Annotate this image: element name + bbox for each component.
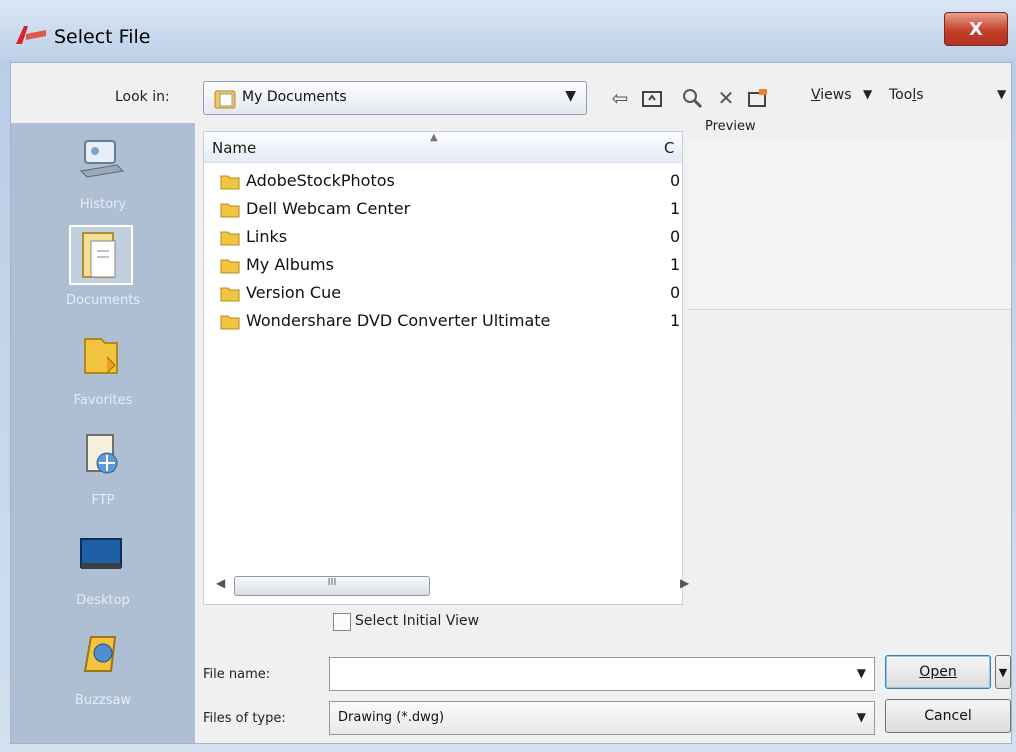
horizontal-scrollbar[interactable]: ◀ III ▶ — [210, 574, 689, 598]
place-label: Documents — [65, 293, 141, 308]
file-name: Dell Webcam Center — [246, 199, 411, 218]
sort-ascending-icon: ▲ — [430, 132, 438, 143]
views-menu[interactable]: Views — [811, 87, 852, 103]
folder-icon — [220, 315, 240, 330]
place-buzzsaw[interactable]: Buzzsaw — [11, 619, 195, 719]
desktop-icon — [80, 538, 122, 569]
folder-icon — [214, 90, 236, 109]
files-of-type-label: Files of type: — [203, 711, 286, 726]
file-name: Version Cue — [246, 283, 342, 302]
folder-icon — [220, 231, 240, 246]
open-button[interactable]: Open — [885, 655, 991, 689]
search-web-icon[interactable] — [679, 85, 705, 111]
place-favorites[interactable]: Favorites — [11, 319, 195, 419]
preview-label: Preview — [705, 119, 756, 134]
select-initial-view-checkbox[interactable] — [333, 613, 351, 631]
place-desktop[interactable]: Desktop — [11, 519, 195, 619]
scroll-left-icon[interactable]: ◀ — [216, 576, 225, 590]
title-bar: Select File X — [0, 0, 1016, 60]
place-label: Buzzsaw — [74, 693, 132, 708]
files-of-type-dropdown[interactable]: Drawing (*.dwg) ▼ — [329, 701, 875, 735]
open-options-button[interactable]: ▼ — [995, 655, 1011, 689]
folder-icon — [220, 175, 240, 190]
delete-icon[interactable]: ✕ — [713, 85, 739, 111]
scrollbar-thumb[interactable]: III — [234, 576, 430, 596]
window-title: Select File — [54, 26, 151, 48]
file-column-value: 0 — [670, 227, 681, 246]
ftp-icon — [86, 434, 118, 474]
place-documents[interactable]: Documents — [11, 219, 195, 319]
column-header-date[interactable]: C — [664, 139, 674, 157]
cancel-button[interactable]: Cancel — [885, 699, 1011, 733]
list-item[interactable]: Dell Webcam Center 1 — [204, 196, 682, 222]
chevron-down-icon: ▼ — [998, 665, 1008, 679]
file-name-label: File name: — [203, 667, 271, 682]
look-in-dropdown[interactable]: My Documents ▼ — [203, 81, 587, 115]
list-item[interactable]: Wondershare DVD Converter Ultimate 1 — [204, 308, 682, 334]
new-folder-icon[interactable] — [745, 85, 771, 111]
file-list-header: Name ▲ C — [204, 132, 682, 163]
history-icon — [79, 140, 125, 178]
back-arrow-icon[interactable]: ⇦ — [607, 85, 633, 111]
place-label: FTP — [91, 493, 115, 508]
file-column-value: 0 — [670, 283, 681, 302]
chevron-down-icon: ▼ — [565, 88, 576, 104]
file-name: AdobeStockPhotos — [246, 171, 395, 190]
places-bar: History Documents Favorites FTP Desktop … — [11, 123, 195, 743]
file-column-value: 1 — [670, 199, 681, 218]
select-file-dialog: Select File X Look in: My Documents ▼ ⇦ … — [0, 0, 1016, 752]
look-in-value: My Documents — [242, 89, 347, 105]
place-label: Desktop — [76, 593, 130, 608]
folder-icon — [220, 203, 240, 218]
documents-icon — [69, 225, 133, 285]
folder-icon — [220, 259, 240, 274]
up-folder-icon[interactable] — [639, 85, 665, 111]
chevron-down-icon[interactable]: ▼ — [857, 710, 866, 724]
place-history[interactable]: History — [11, 123, 195, 223]
file-name: My Albums — [246, 255, 334, 274]
chevron-down-icon[interactable]: ▼ — [857, 666, 866, 680]
folder-icon — [220, 287, 240, 302]
place-label: Favorites — [73, 393, 133, 408]
place-label: History — [79, 197, 127, 212]
files-of-type-value: Drawing (*.dwg) — [338, 710, 445, 725]
file-name: Links — [246, 227, 288, 246]
file-column-value: 1 — [670, 255, 681, 274]
file-column-value: 1 — [670, 311, 681, 330]
tools-menu[interactable]: Tools — [889, 87, 924, 103]
scroll-right-icon[interactable]: ▶ — [680, 576, 689, 590]
select-initial-view-label[interactable]: Select Initial View — [355, 613, 479, 629]
column-header-name[interactable]: Name — [212, 139, 256, 157]
preview-pane — [687, 139, 1011, 310]
views-chevron-icon[interactable]: ▼ — [863, 87, 872, 101]
favorites-icon — [84, 338, 118, 374]
file-name-field[interactable]: ▼ — [329, 657, 875, 691]
close-button[interactable]: X — [944, 12, 1008, 46]
tools-chevron-icon[interactable]: ▼ — [997, 87, 1006, 101]
buzzsaw-icon — [83, 636, 117, 672]
file-list[interactable]: Name ▲ C AdobeStockPhotos 0 Dell Webcam … — [203, 131, 689, 605]
file-column-value: 0 — [670, 171, 681, 190]
list-item[interactable]: My Albums 1 — [204, 252, 682, 278]
place-ftp[interactable]: FTP — [11, 419, 195, 519]
dialog-body: Look in: My Documents ▼ ⇦ ✕ Views ▼ Tool… — [10, 62, 1012, 744]
autocad-app-icon — [16, 26, 46, 44]
list-item[interactable]: AdobeStockPhotos 0 — [204, 168, 682, 194]
file-name: Wondershare DVD Converter Ultimate — [246, 311, 551, 330]
open-button-label: Open — [919, 664, 957, 680]
list-item[interactable]: Links 0 — [204, 224, 682, 250]
look-in-label: Look in: — [115, 89, 170, 105]
list-item[interactable]: Version Cue 0 — [204, 280, 682, 306]
